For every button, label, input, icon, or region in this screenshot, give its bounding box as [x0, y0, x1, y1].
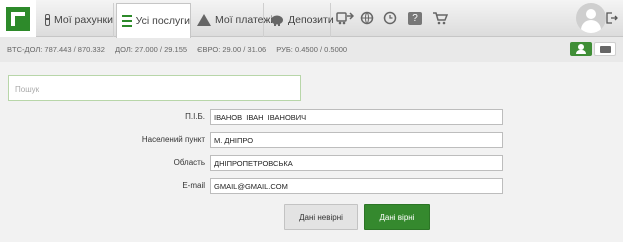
form-row-city: Населений пункт М. ДНІПРО	[0, 132, 623, 148]
main-content: Пошук П.І.Б. ІВАНОВ ІВАН ІВАНОВИЧ Населе…	[0, 62, 623, 242]
exchange-rates: BTC-ДОЛ: 787.443 / 870.332 ДОЛ: 27.000 /…	[7, 45, 355, 54]
user-avatar[interactable]	[576, 3, 606, 33]
house-icon	[197, 14, 211, 26]
top-navigation: Мої рахунки Усі послуги Мої платежі Депо…	[0, 0, 623, 38]
data-correct-button[interactable]: Дані вірні	[364, 204, 430, 230]
business-view-button[interactable]	[594, 42, 616, 56]
form-row-region: Область ДНІПРОПЕТРОВСЬКА	[0, 155, 623, 171]
rate-eur: ЄВРО: 29.00 / 31.06	[197, 45, 267, 54]
tab-all-services[interactable]: Усі послуги	[116, 3, 191, 38]
search-input[interactable]: Пошук	[8, 75, 301, 101]
fullname-field[interactable]: ІВАНОВ ІВАН ІВАНОВИЧ	[210, 109, 503, 125]
rate-btc: BTC-ДОЛ: 787.443 / 870.332	[7, 45, 105, 54]
tab-label: Мої рахунки	[54, 14, 113, 26]
globe-icon[interactable]	[355, 6, 379, 30]
form-row-email: E-mail GMAIL@GMAIL.COM	[0, 178, 623, 194]
tab-my-accounts[interactable]: Мої рахунки	[40, 3, 114, 37]
rate-usd: ДОЛ: 27.000 / 29.155	[114, 45, 188, 54]
data-incorrect-button[interactable]: Дані невірні	[284, 204, 358, 230]
card-icon	[45, 14, 51, 26]
rate-rub: РУБ: 0.4500 / 0.5000	[276, 45, 348, 54]
region-field[interactable]: ДНІПРОПЕТРОВСЬКА	[210, 155, 503, 171]
tab-label: Усі послуги	[135, 15, 190, 27]
tab-my-payments[interactable]: Мої платежі	[192, 3, 273, 37]
personal-view-button[interactable]	[570, 42, 592, 56]
cart-icon[interactable]	[428, 6, 452, 30]
search-placeholder: Пошук	[15, 85, 40, 94]
clock-icon[interactable]	[378, 6, 402, 30]
privatbank-logo[interactable]	[0, 0, 36, 37]
email-label: E-mail	[182, 181, 205, 190]
transport-icon[interactable]	[333, 6, 357, 30]
logout-icon[interactable]	[606, 12, 618, 24]
help-glyph: ?	[408, 11, 422, 25]
email-field[interactable]: GMAIL@GMAIL.COM	[210, 178, 503, 194]
form-row-fullname: П.І.Б. ІВАНОВ ІВАН ІВАНОВИЧ	[0, 109, 623, 125]
fullname-label: П.І.Б.	[185, 112, 205, 121]
tab-deposits[interactable]: Депозити	[265, 3, 334, 37]
city-label: Населений пункт	[141, 135, 205, 144]
region-label: Область	[173, 158, 205, 167]
tab-label: Депозити	[288, 14, 334, 26]
city-field[interactable]: М. ДНІПРО	[210, 132, 503, 148]
piggy-bank-icon	[270, 14, 284, 26]
list-icon	[122, 15, 132, 27]
help-icon[interactable]: ?	[403, 6, 427, 30]
